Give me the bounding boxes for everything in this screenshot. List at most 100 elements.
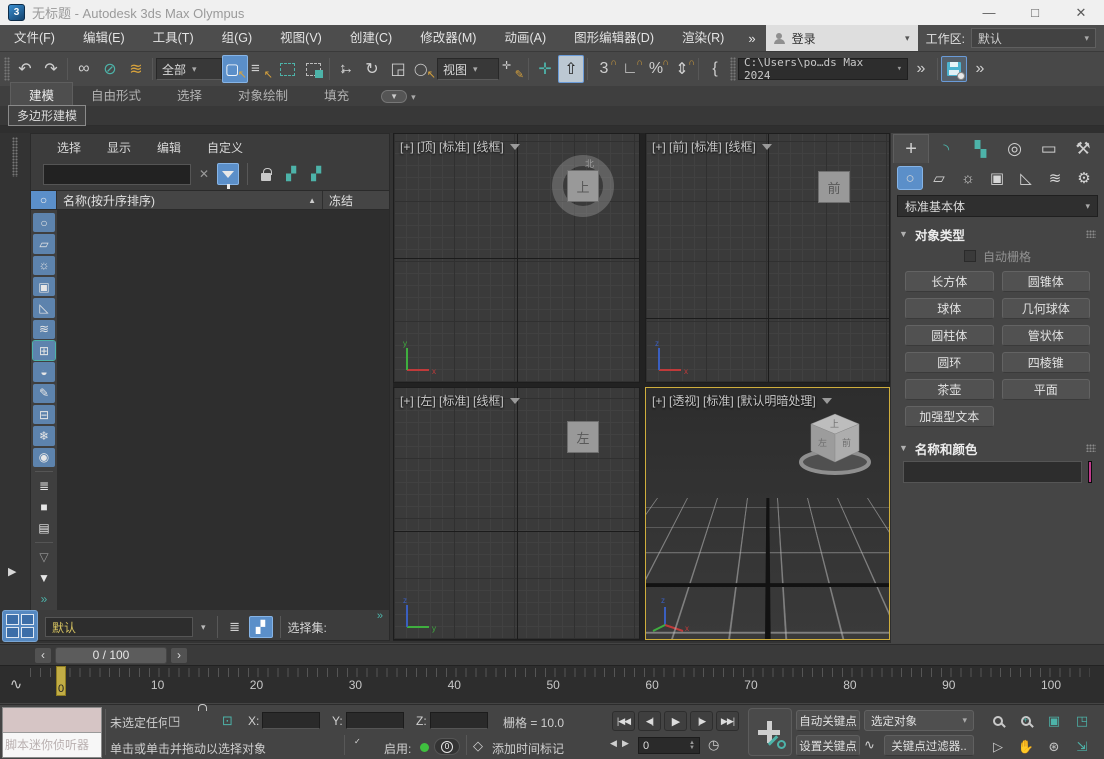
ribbon-minimize-button[interactable]: ▼	[381, 90, 407, 103]
display-cameras-toggle[interactable]: ▣	[33, 277, 55, 296]
viewport-label-top[interactable]: [+] [顶] [标准] [线框]	[400, 138, 520, 155]
lock-explorer-button[interactable]	[256, 164, 276, 184]
scene-explorer-menu[interactable]: 自定义	[207, 139, 243, 156]
close-button[interactable]: ✕	[1058, 0, 1104, 25]
menu-item[interactable]: 修改器(M)	[406, 25, 490, 51]
per-view-filter-icon[interactable]	[822, 398, 832, 404]
menu-item[interactable]: 工具(T)	[139, 25, 208, 51]
percent-snap-toggle[interactable]: %∩	[643, 55, 669, 83]
select-and-rotate-button[interactable]: ↻	[359, 55, 385, 83]
selection-filter-dropdown[interactable]: 全部 ▾	[156, 58, 222, 80]
filter-button[interactable]	[217, 163, 239, 185]
filter-settings-button[interactable]: ▽	[33, 547, 55, 566]
zoom-all-button[interactable]	[1014, 710, 1038, 731]
object-type-button[interactable]: 球体	[905, 298, 994, 319]
chevron-down-icon[interactable]: ▾	[411, 92, 416, 103]
next-frame-button[interactable]: ›	[170, 647, 188, 664]
column-name[interactable]: 名称(按升序排序) ▲	[57, 191, 323, 209]
previous-key-button[interactable]: ◀|	[638, 711, 661, 731]
spinner-snap-toggle[interactable]: ⇕∩	[669, 55, 695, 83]
viewport-label-text[interactable]: [+] [左] [标准] [线框]	[400, 392, 504, 409]
expand-hierarchy-button[interactable]: ▞	[281, 164, 301, 184]
previous-frame-button[interactable]: ‹	[34, 647, 52, 664]
autogrid-checkbox[interactable]	[964, 250, 976, 262]
viewport-label-perspective[interactable]: [+] [透视] [标准] [默认明暗处理]	[652, 392, 832, 409]
viewport-label-text[interactable]: [+] [顶] [标准] [线框]	[400, 138, 504, 155]
track-bar-ruler[interactable]: 0 102030405060708090100	[30, 666, 1090, 698]
object-type-button[interactable]: 平面	[1002, 379, 1091, 400]
object-type-button[interactable]: 圆锥体	[1002, 271, 1091, 292]
toolbar-drag-handle[interactable]	[730, 57, 736, 81]
display-containers-toggle[interactable]: ⊟	[33, 405, 55, 424]
menu-item[interactable]: 视图(V)	[266, 25, 336, 51]
scene-explorer-menu[interactable]: 编辑	[157, 139, 181, 156]
unlink-button[interactable]: ⊘	[97, 55, 123, 83]
rollout-header[interactable]: ▼ 对象类型	[895, 223, 1100, 245]
time-configuration-button[interactable]: ◷	[708, 737, 719, 753]
polygon-modeling-panel-tab[interactable]: 多边形建模	[8, 105, 86, 126]
toolbar-overflow-button[interactable]: »	[908, 55, 934, 83]
menu-item[interactable]: 图形编辑器(D)	[560, 25, 668, 51]
bind-to-space-warp-button[interactable]: ≋	[123, 55, 149, 83]
y-coordinate-field[interactable]	[346, 712, 404, 729]
field-of-view-button[interactable]: ▷	[986, 736, 1010, 757]
spinner-arrows-icon[interactable]: ▲▼	[689, 741, 695, 751]
zoom-extents-all-button[interactable]: ◳	[1070, 710, 1094, 731]
primitive-category-dropdown[interactable]: 标准基本体 ▾	[897, 195, 1098, 217]
display-helpers-toggle[interactable]: ◺	[33, 298, 55, 317]
object-type-button[interactable]: 长方体	[905, 271, 994, 292]
go-to-end-button[interactable]: ▶▶|	[716, 711, 739, 731]
current-frame-marker[interactable]: 0	[56, 666, 66, 696]
viewport-front[interactable]: [+] [前] [标准] [线框] 前 x z	[645, 133, 890, 383]
category-lights[interactable]: ☼	[955, 166, 981, 190]
viewport-label-front[interactable]: [+] [前] [标准] [线框]	[652, 138, 772, 155]
collapse-hierarchy-button[interactable]: ▞	[306, 164, 326, 184]
use-pivot-point-center-button[interactable]: ⇧	[558, 55, 584, 83]
layers-view-button[interactable]: ≣	[225, 617, 245, 637]
listener-output[interactable]	[3, 708, 101, 733]
menu-item[interactable]: 创建(C)	[336, 25, 406, 51]
orbit-button[interactable]: ⊛	[1042, 736, 1066, 757]
category-systems[interactable]: ⚙	[1071, 166, 1097, 190]
zoom-button[interactable]	[986, 710, 1010, 731]
clear-search-icon[interactable]: ✕	[196, 167, 212, 181]
viewport-perspective[interactable]: [+] [透视] [标准] [默认明暗处理] 上 左 前 z x	[645, 387, 890, 640]
viewcube[interactable]: 前	[818, 171, 850, 203]
menu-item[interactable]: 动画(A)	[490, 25, 560, 51]
listener-label[interactable]: 脚本迷你侦听器	[3, 733, 101, 757]
viewcube[interactable]: 上	[567, 170, 599, 202]
pan-button[interactable]: ✋	[1014, 736, 1038, 757]
rollout-header[interactable]: ▼ 名称和颜色	[895, 437, 1100, 459]
maximize-viewport-toggle[interactable]: ⇲	[1070, 736, 1094, 757]
step-back-icon[interactable]: ◀	[610, 738, 617, 749]
set-keys-button[interactable]	[748, 708, 792, 756]
window-crossing-toggle[interactable]	[300, 55, 326, 83]
viewport-left[interactable]: [+] [左] [标准] [线框] 左 y z	[393, 387, 640, 640]
current-frame-field[interactable]: 0 ▲▼	[638, 737, 700, 754]
select-link-button[interactable]: ∞	[71, 55, 97, 83]
object-type-button[interactable]: 圆柱体	[905, 325, 994, 346]
display-hidden-toggle[interactable]: ◉	[33, 448, 55, 467]
category-geometry[interactable]: ○	[897, 166, 923, 190]
ribbon-tab[interactable]: 选择	[159, 83, 220, 106]
filter-button[interactable]: ▼	[33, 568, 55, 587]
rollout-drag-handle[interactable]	[1086, 444, 1096, 452]
3d-snap-toggle[interactable]: 3∩	[591, 55, 617, 83]
viewport-top[interactable]: [+] [顶] [标准] [线框] 北 上 x y	[393, 133, 640, 383]
object-type-button[interactable]: 几何球体	[1002, 298, 1091, 319]
per-view-filter-icon[interactable]	[762, 144, 772, 150]
select-all-button[interactable]: ■	[33, 497, 55, 516]
object-type-button[interactable]: 茶壶	[905, 379, 994, 400]
set-key-button[interactable]: 设置关键点	[796, 735, 860, 756]
zoom-extents-button[interactable]: ▣	[1042, 710, 1066, 731]
ribbon-tab[interactable]: 自由形式	[73, 83, 159, 106]
select-and-move-button[interactable]: ↔↕	[333, 55, 359, 83]
scene-explorer-menu[interactable]: 选择	[57, 139, 81, 156]
object-type-button[interactable]: 圆环	[905, 352, 994, 373]
explorer-preset-dropdown[interactable]: 默认	[45, 617, 193, 637]
ribbon-tab[interactable]: 对象绘制	[220, 83, 306, 106]
key-mode-dropdown[interactable]: 选定对象 ▾	[864, 710, 974, 731]
category-space-warps[interactable]: ≋	[1042, 166, 1068, 190]
undo-button[interactable]: ↶	[12, 55, 38, 83]
minimize-button[interactable]: —	[966, 0, 1012, 25]
